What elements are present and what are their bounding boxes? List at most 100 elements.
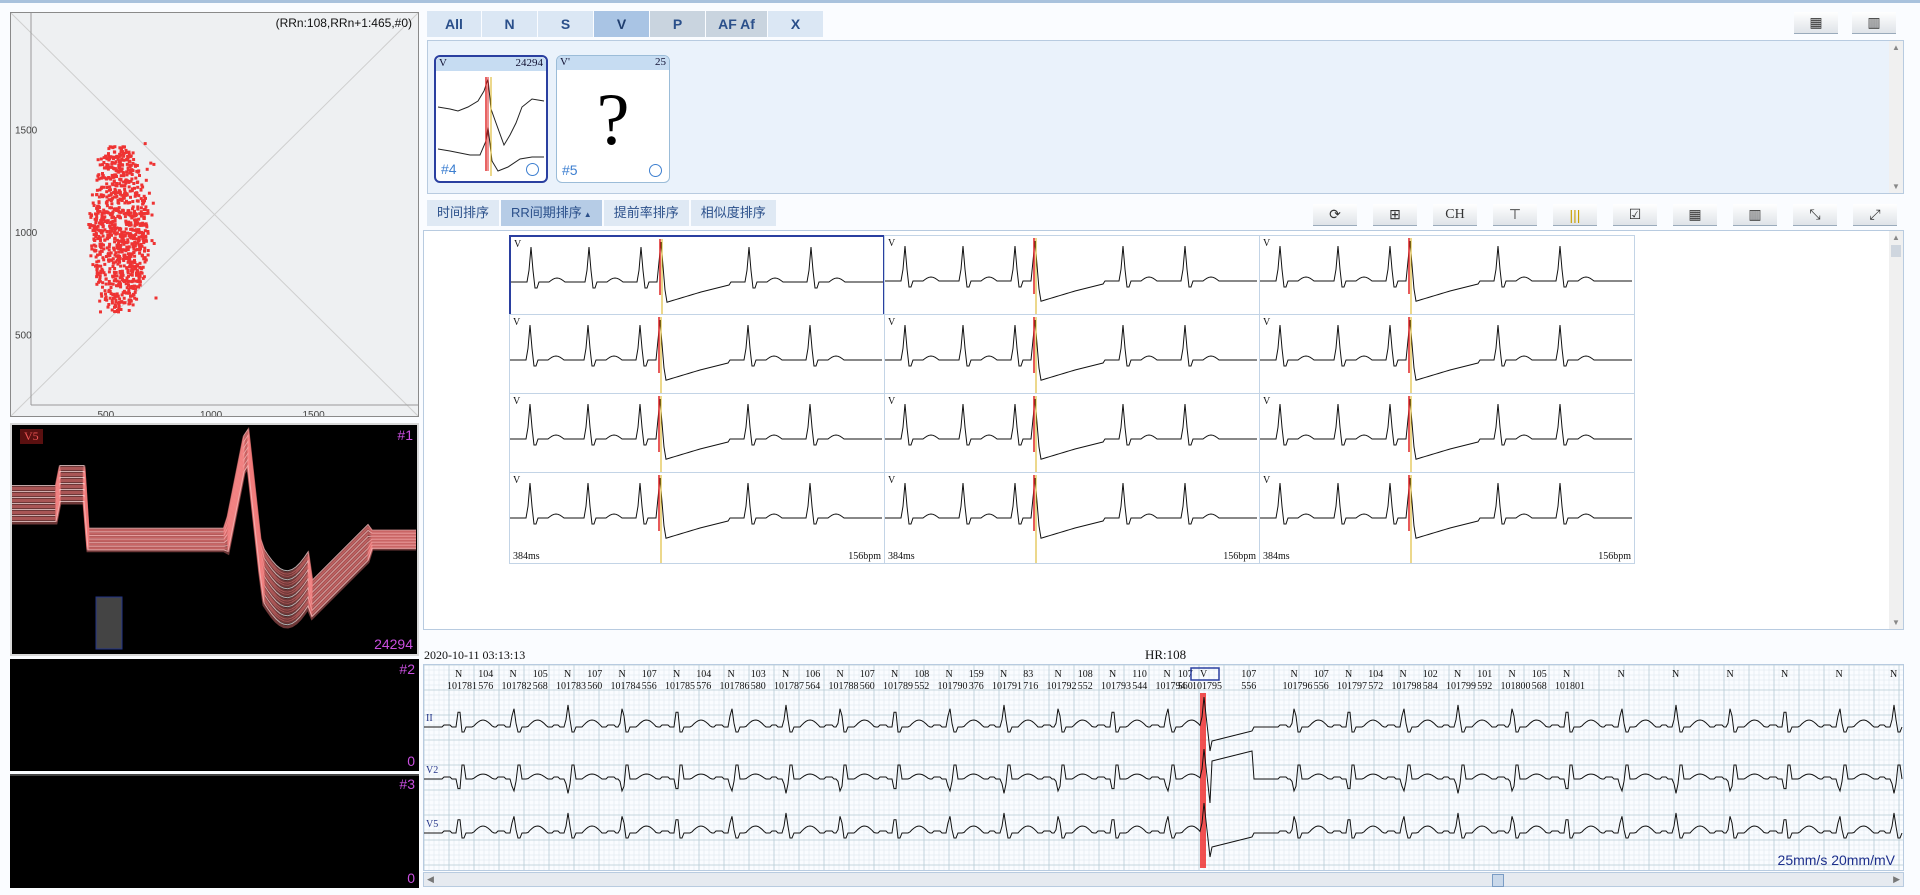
beat-label: N xyxy=(1345,669,1352,680)
scroll-left-icon[interactable]: ◀ xyxy=(427,874,434,885)
beat-label: N xyxy=(1781,669,1788,680)
tab-v[interactable]: V xyxy=(594,11,650,37)
tab-n[interactable]: N xyxy=(482,11,538,37)
shrink-icon[interactable]: ⤡ xyxy=(1793,204,1837,226)
beat-thumbnail[interactable]: V 384ms 156bpm xyxy=(509,472,885,564)
rr-scatter-plot[interactable]: 1500 1000 500 500 1000 1500 (RRn:108,RRn+1:46… xyxy=(10,12,419,417)
beat-label: N xyxy=(1509,669,1516,680)
beat-id: 101783 xyxy=(556,681,586,692)
sort-label: RR间期排序 xyxy=(511,205,582,220)
beat-label: N xyxy=(1727,669,1734,680)
card-select-radio[interactable] xyxy=(526,163,539,176)
beat-label: N xyxy=(1055,669,1062,680)
card-count: 24294 xyxy=(515,57,544,69)
layout-split-icon[interactable]: ▥ xyxy=(1852,12,1896,34)
grid-4-icon[interactable]: ▦ xyxy=(1673,204,1717,226)
hr-value: 102 xyxy=(1423,669,1438,680)
beat-id: 101787 xyxy=(774,681,804,692)
beat-type-label: V xyxy=(888,475,896,486)
hr-value: 107 xyxy=(860,669,875,680)
ecg-trace xyxy=(510,477,882,539)
scroll-down-icon[interactable]: ▼ xyxy=(1892,618,1900,627)
beat-label: N xyxy=(1672,669,1679,680)
layout-grid-icon[interactable]: ▦ xyxy=(1794,12,1838,34)
scroll-thumb[interactable] xyxy=(1492,874,1504,887)
grid-3-icon[interactable]: ▥ xyxy=(1733,204,1777,226)
marker-lines-icon[interactable]: ||| xyxy=(1553,204,1597,226)
rr-value: 584 xyxy=(1423,681,1438,692)
tab-p[interactable]: P xyxy=(650,11,706,37)
y-tick-label: 500 xyxy=(15,331,32,342)
scatter-header: (RRn:108,RRn+1:465,#0) xyxy=(275,16,412,30)
tab-sort-prematurity[interactable]: 提前率排序 xyxy=(603,200,689,226)
hr-value: 106 xyxy=(805,669,820,680)
template-panel-2[interactable]: #2 0 xyxy=(10,659,419,771)
expand-icon[interactable]: ⤢ xyxy=(1853,204,1897,226)
ecg-trace xyxy=(885,319,1257,381)
scroll-right-icon[interactable]: ▶ xyxy=(1893,874,1900,885)
scale-label: 25mm/s 20mm/mV xyxy=(1777,852,1895,868)
hr-value: 107 xyxy=(1314,669,1329,680)
beat-label: N xyxy=(1454,669,1461,680)
rr-value: 552 xyxy=(1078,681,1093,692)
scroll-up-icon[interactable]: ▲ xyxy=(1892,233,1900,242)
beat-label: N xyxy=(837,669,844,680)
rr-value: 568 xyxy=(533,681,548,692)
rr-value: 552 xyxy=(914,681,929,692)
ecg-strip-view[interactable]: NNNNNNNNNNNNNNVNNNNNNNNNNNNN104576105568… xyxy=(423,664,1904,871)
template-selection-box[interactable] xyxy=(95,596,123,650)
beat-thumbnail[interactable]: V 384ms 156bpm xyxy=(1259,472,1635,564)
heart-rate-label: 156bpm xyxy=(1598,551,1631,562)
rr-value: 376 xyxy=(969,681,984,692)
tab-x[interactable]: X xyxy=(768,11,824,37)
tab-s[interactable]: S xyxy=(538,11,594,37)
beat-waveform xyxy=(885,238,1257,326)
beat-id: 101792 xyxy=(1047,681,1077,692)
beat-type-label: V xyxy=(888,396,896,407)
beat-id: 101800 xyxy=(1501,681,1531,692)
scroll-thumb[interactable] xyxy=(1891,245,1901,257)
ecg-trace xyxy=(511,241,883,303)
template-card-4[interactable]: V 24294 #4 xyxy=(434,55,548,183)
strip-vertical-scrollbar[interactable]: ▲ ▼ xyxy=(1889,41,1903,193)
scroll-down-icon[interactable]: ▼ xyxy=(1892,182,1900,191)
refresh-icon[interactable]: ⟳ xyxy=(1313,204,1357,226)
beat-label: N xyxy=(455,669,462,680)
rr-interval-label: 384ms xyxy=(513,551,540,562)
tab-af[interactable]: AF Af xyxy=(706,11,768,37)
tab-sort-time[interactable]: 时间排序 xyxy=(427,200,500,226)
tab-sort-rr[interactable]: RR间期排序 ▲ xyxy=(501,200,602,226)
ecg-trace xyxy=(885,398,1257,460)
add-page-icon[interactable]: ⊞ xyxy=(1373,204,1417,226)
hr-value: 107 xyxy=(587,669,602,680)
template-panel-1[interactable]: V5 #1 24294 xyxy=(10,423,419,656)
window-top-border xyxy=(0,0,1920,3)
check-page-icon[interactable]: ☑ xyxy=(1613,204,1657,226)
rr-interval-label: 384ms xyxy=(888,551,915,562)
hr-value: 110 xyxy=(1132,669,1147,680)
rr-value: 576 xyxy=(696,681,711,692)
beat-waveform xyxy=(510,396,882,484)
beat-thumbnail[interactable]: V 384ms 156bpm xyxy=(884,472,1260,564)
rr-value: 560 xyxy=(860,681,875,692)
rr-value: 592 xyxy=(1477,681,1492,692)
beat-id: 101798 xyxy=(1392,681,1422,692)
beat-label: N xyxy=(1164,669,1171,680)
tab-all[interactable]: All xyxy=(427,11,482,37)
grid-vertical-scrollbar[interactable]: ▲ ▼ xyxy=(1889,231,1903,629)
text-icon[interactable]: ⊤ xyxy=(1493,204,1537,226)
scroll-up-icon[interactable]: ▲ xyxy=(1892,43,1900,52)
beat-label: N xyxy=(1000,669,1007,680)
card-select-radio[interactable] xyxy=(649,164,662,177)
strip-horizontal-scrollbar[interactable]: ◀ ▶ xyxy=(423,872,1904,887)
template-card-5[interactable]: V' 25 ? #5 xyxy=(556,55,670,183)
beat-id: 101785 xyxy=(665,681,695,692)
tab-sort-similarity[interactable]: 相似度排序 xyxy=(690,200,776,226)
card-count: 25 xyxy=(655,56,666,68)
beat-id: 101784 xyxy=(611,681,641,692)
template-panel-3[interactable]: #3 0 xyxy=(10,774,419,888)
ch-icon[interactable]: CH xyxy=(1433,204,1477,226)
beat-id: 101793 xyxy=(1101,681,1131,692)
beat-id: 101782 xyxy=(502,681,532,692)
card-number: #5 xyxy=(562,162,578,178)
